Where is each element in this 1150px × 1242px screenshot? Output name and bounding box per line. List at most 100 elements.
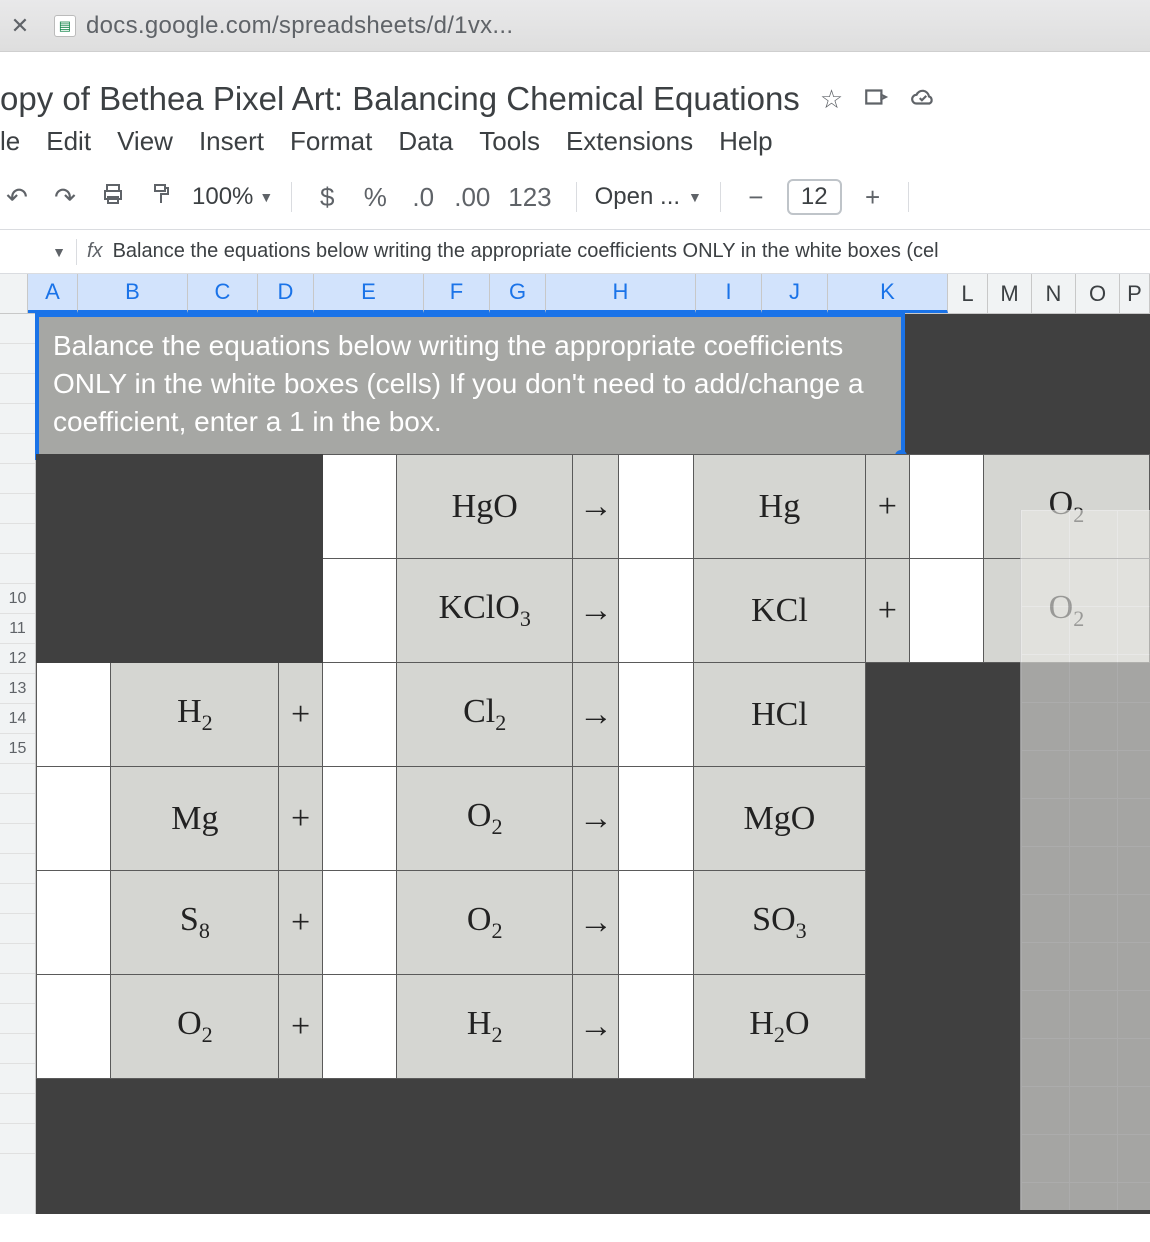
column-header-L[interactable]: L xyxy=(948,274,988,313)
row-header[interactable] xyxy=(0,884,35,914)
coef-input[interactable] xyxy=(37,871,111,975)
plus-cell: + xyxy=(866,559,909,663)
row-header[interactable] xyxy=(0,764,35,794)
coef-input[interactable] xyxy=(37,975,111,1079)
column-header-N[interactable]: N xyxy=(1032,274,1076,313)
star-icon[interactable]: ☆ xyxy=(820,84,843,115)
font-size-decrease-button[interactable]: − xyxy=(739,182,773,213)
coef-input[interactable] xyxy=(619,767,693,871)
column-header-E[interactable]: E xyxy=(314,274,424,313)
font-size-input[interactable]: 12 xyxy=(787,179,842,215)
formula-text[interactable]: Balance the equations below writing the … xyxy=(113,240,939,263)
sheet-grid[interactable]: Balance the equations below writing the … xyxy=(36,314,1150,1214)
row-header[interactable] xyxy=(0,1064,35,1094)
column-header-B[interactable]: B xyxy=(78,274,188,313)
menu-file[interactable]: le xyxy=(0,126,20,157)
address-bar[interactable]: ▤ docs.google.com/spreadsheets/d/1vx... xyxy=(54,12,513,40)
menu-data[interactable]: Data xyxy=(398,126,453,157)
redo-icon[interactable]: ↷ xyxy=(48,182,82,213)
doc-title[interactable]: opy of Bethea Pixel Art: Balancing Chemi… xyxy=(0,80,800,118)
menu-view[interactable]: View xyxy=(117,126,173,157)
column-header-M[interactable]: M xyxy=(988,274,1032,313)
undo-icon[interactable]: ↶ xyxy=(0,182,34,213)
row-header[interactable] xyxy=(0,1124,35,1154)
coef-input[interactable] xyxy=(322,871,396,975)
coef-input[interactable] xyxy=(909,455,983,559)
tab-close-icon[interactable]: ✕ xyxy=(6,12,34,40)
row-header[interactable] xyxy=(0,314,35,344)
arrow-cell: → xyxy=(573,455,619,559)
row-header[interactable] xyxy=(0,1034,35,1064)
font-size-increase-button[interactable]: + xyxy=(856,182,890,213)
row-header[interactable] xyxy=(0,854,35,884)
coef-input[interactable] xyxy=(322,767,396,871)
column-header-H[interactable]: H xyxy=(546,274,696,313)
coef-input[interactable] xyxy=(322,975,396,1079)
coef-input[interactable] xyxy=(322,559,396,663)
column-header-D[interactable]: D xyxy=(258,274,314,313)
coef-input[interactable] xyxy=(322,663,396,767)
row-header[interactable] xyxy=(0,374,35,404)
column-header-C[interactable]: C xyxy=(188,274,258,313)
format-percent-button[interactable]: % xyxy=(358,182,392,213)
menu-help[interactable]: Help xyxy=(719,126,772,157)
menu-format[interactable]: Format xyxy=(290,126,372,157)
coef-input[interactable] xyxy=(37,767,111,871)
instructions-cell[interactable]: Balance the equations below writing the … xyxy=(36,314,904,459)
row-header[interactable]: 13 xyxy=(0,674,35,704)
name-box[interactable]: ▼ xyxy=(0,244,76,260)
row-header[interactable] xyxy=(0,434,35,464)
menu-edit[interactable]: Edit xyxy=(46,126,91,157)
row-header[interactable]: 10 xyxy=(0,584,35,614)
cloud-saved-icon[interactable] xyxy=(909,84,937,115)
column-header-P[interactable]: P xyxy=(1120,274,1150,313)
coef-input[interactable] xyxy=(619,559,693,663)
row-header[interactable] xyxy=(0,494,35,524)
species-cell: Cl2 xyxy=(397,663,573,767)
decrease-decimal-button[interactable]: .0 xyxy=(406,182,440,213)
coef-input[interactable] xyxy=(619,975,693,1079)
move-icon[interactable] xyxy=(863,84,889,115)
coef-input[interactable] xyxy=(619,871,693,975)
print-icon[interactable] xyxy=(96,182,130,213)
row-header[interactable] xyxy=(0,344,35,374)
zoom-select[interactable]: 100% ▼ xyxy=(192,183,273,211)
row-header[interactable] xyxy=(0,524,35,554)
coef-input[interactable] xyxy=(619,663,693,767)
format-currency-button[interactable]: $ xyxy=(310,182,344,213)
increase-decimal-button[interactable]: .00 xyxy=(454,182,488,213)
font-family-select[interactable]: Open ... ▼ xyxy=(595,183,702,211)
row-header[interactable]: 12 xyxy=(0,644,35,674)
browser-tabbar: ✕ ▤ docs.google.com/spreadsheets/d/1vx..… xyxy=(0,0,1150,52)
coef-input[interactable] xyxy=(909,559,983,663)
menu-insert[interactable]: Insert xyxy=(199,126,264,157)
row-header[interactable] xyxy=(0,974,35,1004)
column-header-G[interactable]: G xyxy=(490,274,546,313)
column-header-K[interactable]: K xyxy=(828,274,948,313)
row-header[interactable]: 14 xyxy=(0,704,35,734)
row-header[interactable]: 11 xyxy=(0,614,35,644)
menu-tools[interactable]: Tools xyxy=(479,126,540,157)
more-formats-button[interactable]: 123 xyxy=(502,182,557,213)
row-header[interactable] xyxy=(0,464,35,494)
column-header-O[interactable]: O xyxy=(1076,274,1120,313)
row-header[interactable] xyxy=(0,1094,35,1124)
coef-input[interactable] xyxy=(37,663,111,767)
row-header[interactable] xyxy=(0,824,35,854)
column-header-F[interactable]: F xyxy=(424,274,490,313)
row-header[interactable] xyxy=(0,944,35,974)
column-header-J[interactable]: J xyxy=(762,274,828,313)
row-header[interactable] xyxy=(0,404,35,434)
column-header-I[interactable]: I xyxy=(696,274,762,313)
row-header[interactable]: 15 xyxy=(0,734,35,764)
row-header[interactable] xyxy=(0,914,35,944)
row-header[interactable] xyxy=(0,554,35,584)
row-header[interactable] xyxy=(0,1004,35,1034)
select-all-corner[interactable] xyxy=(0,274,28,313)
column-header-A[interactable]: A xyxy=(28,274,78,313)
menu-extensions[interactable]: Extensions xyxy=(566,126,693,157)
coef-input[interactable] xyxy=(619,455,693,559)
coef-input[interactable] xyxy=(322,455,396,559)
row-header[interactable] xyxy=(0,794,35,824)
paint-format-icon[interactable] xyxy=(144,182,178,213)
